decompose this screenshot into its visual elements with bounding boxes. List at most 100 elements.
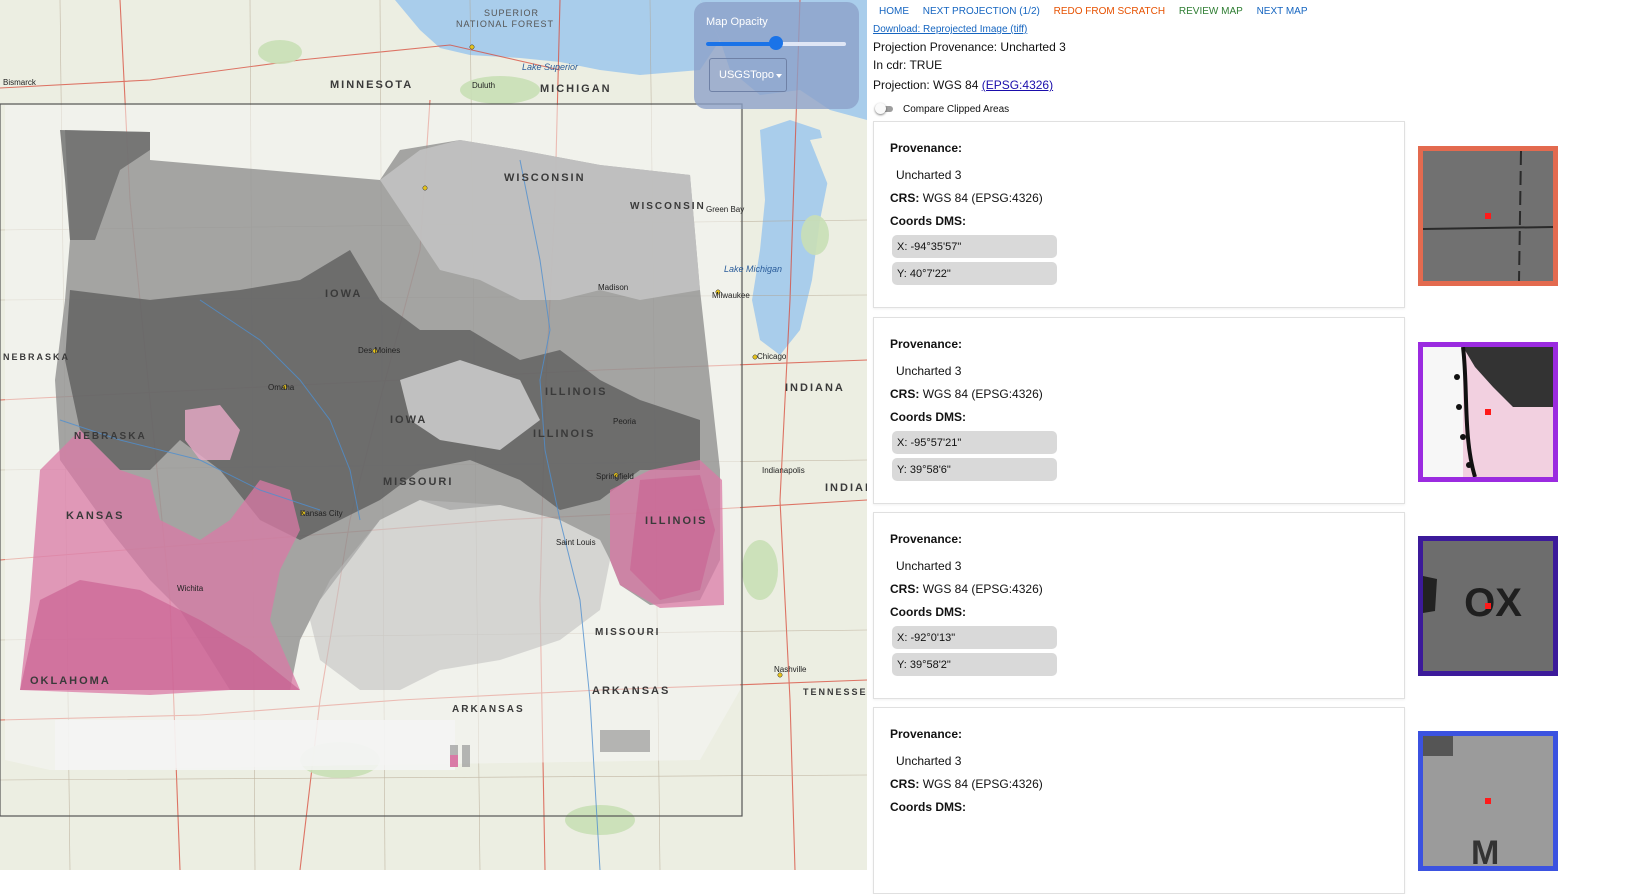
map-label-iowa: IOWA (325, 288, 363, 300)
map-opacity-slider-thumb[interactable] (769, 36, 783, 50)
map-label-wisconsin: WISCONSIN (504, 172, 586, 184)
map-label-indiana-2: INDIANA (825, 482, 867, 494)
map-label-missouri: MISSOURI (383, 476, 454, 488)
crs-line: CRS: WGS 84 (EPSG:4326) (890, 191, 1043, 205)
provenance-label: Provenance: (890, 727, 963, 741)
map-label-illinois: ILLINOIS (545, 386, 608, 398)
crs-line: CRS: WGS 84 (EPSG:4326) (890, 777, 1043, 791)
crs-label: CRS: (890, 777, 920, 791)
gcp-card: Provenance: Uncharted 3 CRS: WGS 84 (EPS… (873, 121, 1405, 308)
provenance-value: Uncharted 3 (896, 754, 962, 768)
crs-label: CRS: (890, 387, 920, 401)
map-label-arkansas: ARKANSAS (592, 685, 671, 697)
map-label-kansas-city: Kansas City (300, 509, 343, 518)
map-label-iowa-2: IOWA (390, 414, 428, 426)
map-label-des-moines: Des Moines (358, 346, 401, 355)
map-label-omaha: Omaha (268, 383, 295, 392)
toggle-knob (875, 103, 886, 114)
map-opacity-slider-fill (706, 42, 776, 46)
map-label-superior: SUPERIOR (484, 8, 540, 18)
map-opacity-panel: Map Opacity USGSTopo (694, 2, 859, 109)
basemap-select[interactable]: USGSTopo (709, 58, 787, 92)
gcp-thumbnail[interactable] (1418, 146, 1558, 286)
map-label-st-louis: Saint Louis (556, 538, 596, 547)
crs-value: WGS 84 (EPSG:4326) (922, 582, 1043, 596)
compare-clipped-label: Compare Clipped Areas (903, 104, 1010, 115)
thumbnail-text: OX (1464, 581, 1522, 625)
map-label-nebraska: NEBRASKA (74, 431, 147, 442)
crs-line: CRS: WGS 84 (EPSG:4326) (890, 582, 1043, 596)
crs-label: CRS: (890, 582, 920, 596)
top-nav: HOME NEXT PROJECTION (1/2) REDO FROM SCR… (879, 6, 1319, 17)
map-label-nashville: Nashville (774, 665, 807, 674)
nav-redo-link[interactable]: REDO FROM SCRATCH (1054, 6, 1165, 17)
map-label-madison: Madison (598, 283, 629, 292)
crs-label: CRS: (890, 191, 920, 205)
coord-x-field[interactable]: X: -95°57'21" (892, 431, 1057, 454)
map-label-national-forest: NATIONAL FOREST (456, 19, 555, 29)
coord-y-field[interactable]: Y: 39°58'6" (892, 458, 1057, 481)
coord-y-field[interactable]: Y: 40°7'22" (892, 262, 1057, 285)
compare-clipped-toggle[interactable] (873, 103, 895, 115)
basemap-select-value: USGSTopo (719, 69, 775, 81)
gcp-thumbnail[interactable]: M (1418, 731, 1558, 871)
thumbnail-image: M (1423, 736, 1553, 866)
map-label-indiana: INDIANA (785, 382, 845, 394)
map-label-tennessee: TENNESSEE (803, 687, 867, 697)
coords-dms-label: Coords DMS: (890, 214, 966, 228)
download-reprojected-link[interactable]: Download: Reprojected Image (tiff) (873, 24, 1027, 35)
provenance-label: Provenance: (890, 141, 963, 155)
projection-name: Projection: WGS 84 (873, 78, 979, 92)
coord-x-field[interactable]: X: -92°0'13" (892, 626, 1057, 649)
provenance-value: Uncharted 3 (896, 168, 962, 182)
projection-provenance: Projection Provenance: Uncharted 3 (873, 40, 1066, 54)
map-label-oklahoma: OKLAHOMA (30, 675, 111, 687)
coord-x-field[interactable]: X: -94°35'57" (892, 235, 1057, 258)
nav-next-projection-link[interactable]: NEXT PROJECTION (1/2) (923, 6, 1040, 17)
thumbnail-image (1423, 151, 1553, 281)
thumbnail-image: OX (1423, 541, 1553, 671)
crs-line: CRS: WGS 84 (EPSG:4326) (890, 387, 1043, 401)
map-label-milwaukee: Milwaukee (712, 291, 750, 300)
map-label-michigan: MICHIGAN (540, 83, 612, 95)
thumbnail-text: M (1471, 834, 1499, 866)
nav-next-map-link[interactable]: NEXT MAP (1257, 6, 1308, 17)
map-opacity-label: Map Opacity (706, 16, 768, 28)
map-label-illinois-2: ILLINOIS (533, 428, 596, 440)
map-label-peoria: Peoria (613, 417, 637, 426)
coord-y-field[interactable]: Y: 39°58'2" (892, 653, 1057, 676)
map-label-kansas: KANSAS (66, 510, 125, 522)
gcp-card: Provenance: Uncharted 3 CRS: WGS 84 (EPS… (873, 707, 1405, 894)
crs-value: WGS 84 (EPSG:4326) (922, 191, 1043, 205)
map-label-minnesota: MINNESOTA (330, 79, 414, 91)
map-opacity-slider[interactable] (706, 36, 846, 50)
map-label-arkansas-2: ARKANSAS (452, 704, 525, 715)
provenance-label: Provenance: (890, 337, 963, 351)
crs-value: WGS 84 (EPSG:4326) (922, 777, 1043, 791)
map-label-lake-superior: Lake Superior (522, 62, 579, 72)
map-label-lake-michigan: Lake Michigan (724, 264, 783, 274)
gcp-card: Provenance: Uncharted 3 CRS: WGS 84 (EPS… (873, 317, 1405, 504)
gcp-card: Provenance: Uncharted 3 CRS: WGS 84 (EPS… (873, 512, 1405, 699)
map-label-wisconsin-2: WISCONSIN (630, 201, 706, 212)
map-label-missouri-2: MISSOURI (595, 627, 661, 638)
map-label-duluth: Duluth (472, 81, 496, 90)
map-label-wichita: Wichita (177, 584, 204, 593)
epsg-link[interactable]: (EPSG:4326) (982, 78, 1053, 92)
gcp-thumbnail[interactable] (1418, 342, 1558, 482)
coords-dms-label: Coords DMS: (890, 800, 966, 814)
in-cdr-status: In cdr: TRUE (873, 58, 943, 72)
nav-review-map-link[interactable]: REVIEW MAP (1179, 6, 1243, 17)
provenance-value: Uncharted 3 (896, 559, 962, 573)
provenance-value: Uncharted 3 (896, 364, 962, 378)
map-label-indianapolis: Indianapolis (762, 466, 805, 475)
provenance-label: Provenance: (890, 532, 963, 546)
nav-home-link[interactable]: HOME (879, 6, 909, 17)
map-view[interactable]: SUPERIOR NATIONAL FOREST MINNESOTA MICHI… (0, 0, 867, 870)
coords-dms-label: Coords DMS: (890, 605, 966, 619)
coords-dms-label: Coords DMS: (890, 410, 966, 424)
crs-value: WGS 84 (EPSG:4326) (922, 387, 1043, 401)
map-label-illinois-3: ILLINOIS (645, 515, 708, 527)
map-label-chicago: Chicago (757, 352, 787, 361)
gcp-thumbnail[interactable]: OX (1418, 536, 1558, 676)
